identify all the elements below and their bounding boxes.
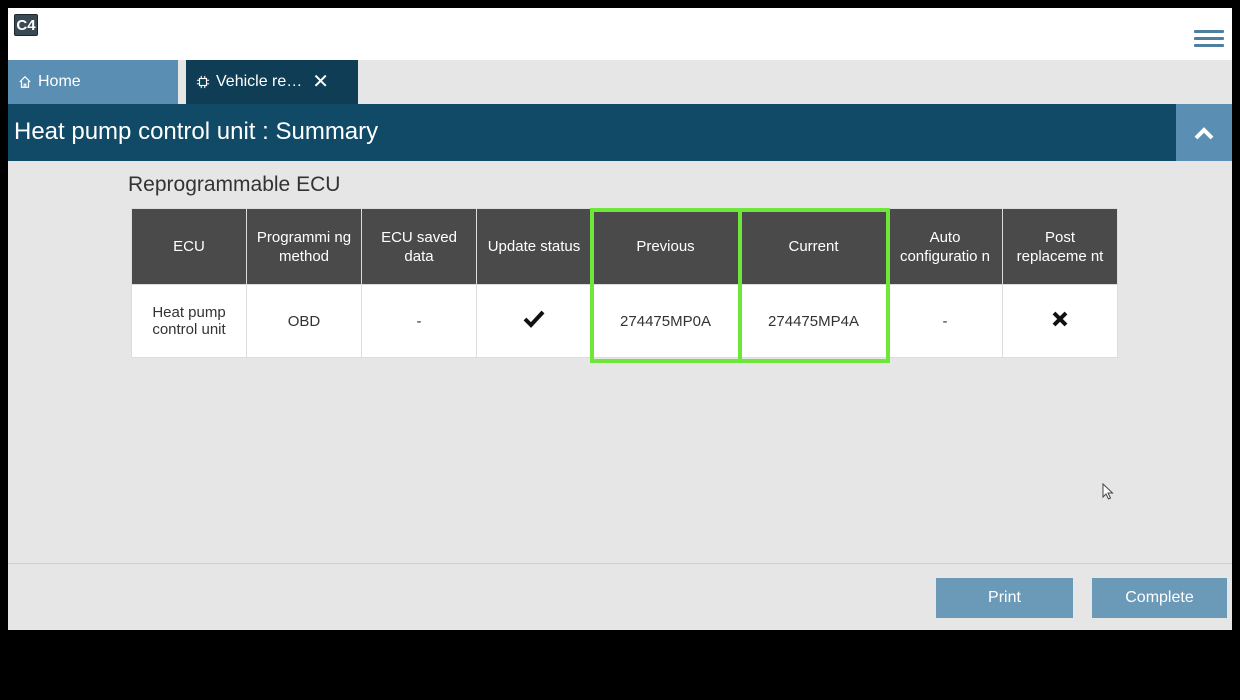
title-bar: Heat pump control unit : Summary xyxy=(8,104,1232,161)
tab-vehicle-reprogramming[interactable]: Vehicle re… ✕ xyxy=(186,60,358,104)
cell-post-replacement xyxy=(1002,284,1118,358)
tab-bar: Home Vehicle re… ✕ xyxy=(8,60,1232,104)
cross-icon xyxy=(1052,311,1068,327)
cell-ecu: Heat pump control unit xyxy=(131,284,247,358)
complete-button[interactable]: Complete xyxy=(1092,578,1227,618)
previous-highlight-box xyxy=(590,208,742,363)
app-window: C4 Home Vehicle re… ✕ Heat pump control … xyxy=(8,8,1232,630)
collapse-button[interactable] xyxy=(1176,104,1232,161)
chevron-up-icon xyxy=(1194,126,1214,139)
cell-update-status xyxy=(476,284,592,358)
cell-auto-config: - xyxy=(887,284,1003,358)
col-programming-method: Programmi ng method xyxy=(246,208,362,285)
col-ecu-saved-data: ECU saved data xyxy=(361,208,477,285)
cell-saved-data: - xyxy=(361,284,477,358)
cell-method: OBD xyxy=(246,284,362,358)
tab-vehicle-label: Vehicle re… xyxy=(216,73,303,90)
col-post-replacement: Post replaceme nt xyxy=(1002,208,1118,285)
home-icon xyxy=(19,75,31,88)
mouse-cursor-icon xyxy=(1102,483,1114,500)
check-icon xyxy=(523,310,545,328)
col-ecu: ECU xyxy=(131,208,247,285)
tab-home[interactable]: Home xyxy=(8,60,178,104)
hamburger-menu-icon[interactable] xyxy=(1194,30,1224,48)
print-button[interactable]: Print xyxy=(936,578,1073,618)
page-title: Heat pump control unit : Summary xyxy=(14,118,379,145)
col-update-status: Update status xyxy=(476,208,592,285)
top-bar: C4 xyxy=(8,8,1232,60)
bottom-action-bar: Print Complete xyxy=(8,563,1232,630)
col-auto-configuration: Auto configuratio n xyxy=(887,208,1003,285)
chip-icon xyxy=(196,75,210,89)
section-title: Reprogrammable ECU xyxy=(128,173,341,196)
tab-home-label: Home xyxy=(38,73,81,90)
current-highlight-box xyxy=(738,208,890,363)
c4-logo: C4 xyxy=(14,14,38,36)
close-tab-icon[interactable]: ✕ xyxy=(312,72,329,92)
